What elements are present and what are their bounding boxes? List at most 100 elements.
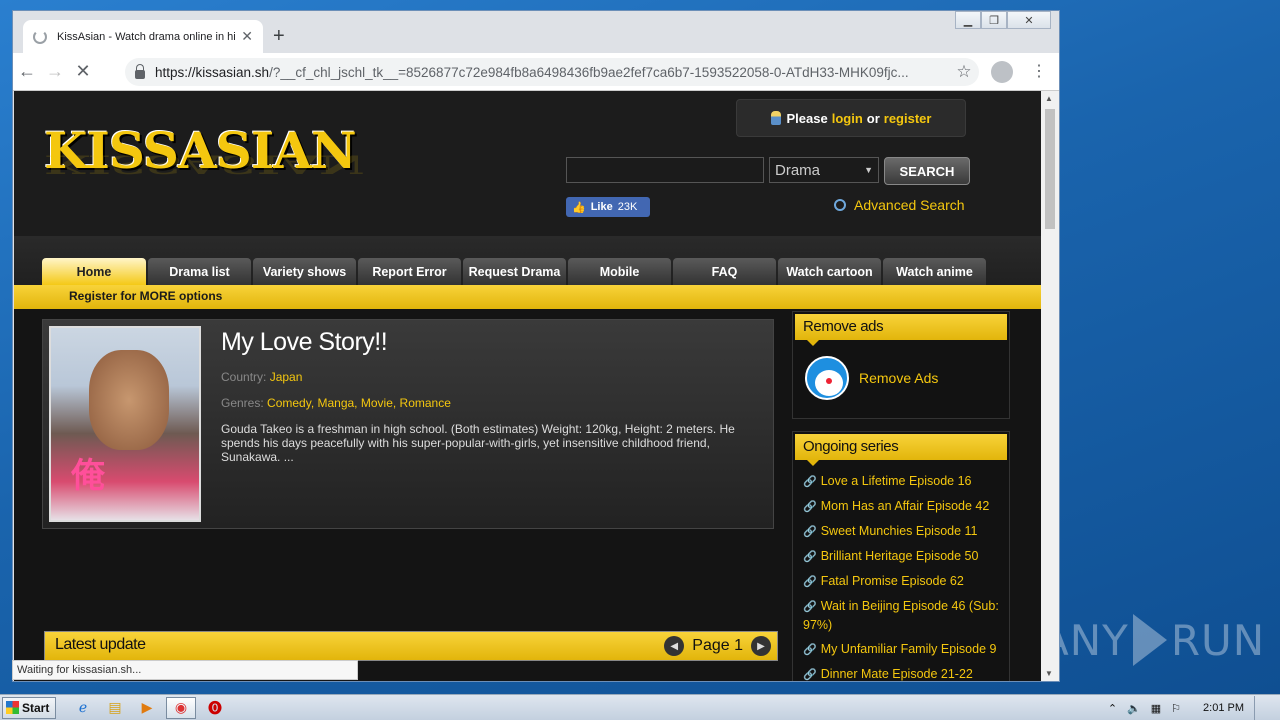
play-icon <box>1132 614 1167 666</box>
address-bar[interactable]: https://kissasian.sh/?__cf_chl_jschl_tk_… <box>125 58 979 86</box>
nav-home[interactable]: Home <box>42 258 146 286</box>
advanced-search-link[interactable]: Advanced Search <box>834 197 965 213</box>
genres-label: Genres: <box>221 396 264 410</box>
drama-title[interactable]: My Love Story!! <box>221 328 388 357</box>
page-viewport: KISSASIAN KISSASIAN Please login or regi… <box>14 91 1041 681</box>
search-input[interactable] <box>566 157 764 183</box>
file-explorer-icon[interactable]: ▤ <box>102 697 128 719</box>
next-page-icon[interactable]: ▶ <box>751 636 771 656</box>
start-label: Start <box>22 700 50 715</box>
tab-title: KissAsian - Watch drama online in high q… <box>57 30 236 43</box>
main-content: 俺 My Love Story!! Country: Japan Genres:… <box>14 309 1041 681</box>
scroll-thumb[interactable] <box>1045 109 1055 229</box>
ongoing-series-box: Ongoing series 🔗 Love a Lifetime Episode … <box>792 431 1010 681</box>
register-options-link[interactable]: Register for MORE options <box>69 289 222 303</box>
windows-flag-icon <box>6 701 19 714</box>
remove-ads-title: Remove ads <box>795 314 1007 346</box>
country-label: Country: <box>221 370 267 384</box>
search-type-select[interactable]: Drama ▼ <box>769 157 879 183</box>
facebook-like-button[interactable]: 👍 Like 23K <box>566 197 650 217</box>
fb-like-count: 23K <box>617 201 638 213</box>
scroll-down-icon[interactable]: ▼ <box>1045 669 1053 678</box>
forward-arrow-icon[interactable]: → <box>41 61 69 82</box>
register-link[interactable]: register <box>884 111 932 126</box>
search-button[interactable]: SEARCH <box>884 157 970 185</box>
login-link[interactable]: login <box>832 111 863 126</box>
thumbs-up-icon: 👍 <box>572 201 586 214</box>
nav-faq[interactable]: FAQ <box>673 258 776 285</box>
paperclip-icon: 🔗 <box>803 501 817 513</box>
featured-drama: 俺 My Love Story!! Country: Japan Genres:… <box>42 319 774 529</box>
clock[interactable]: 2:01 PM <box>1203 702 1244 714</box>
scroll-up-icon[interactable]: ▲ <box>1045 94 1053 103</box>
url-path: /?__cf_chl_jschl_tk__=8526877c72e984fb8a… <box>269 64 909 80</box>
status-bubble: Waiting for kissasian.sh... <box>12 660 358 680</box>
list-item[interactable]: 🔗 My Unfamiliar Family Episode 9 <box>803 640 1001 659</box>
remove-ads-link[interactable]: Remove Ads <box>793 342 1009 408</box>
latest-update-label: Latest update <box>55 636 146 653</box>
paperclip-icon: 🔗 <box>803 644 817 656</box>
window-controls: ▁ ❐ ✕ <box>955 11 1051 29</box>
list-item[interactable]: 🔗 Dinner Mate Episode 21-22 <box>803 665 1001 681</box>
vertical-scrollbar[interactable]: ▲ ▼ <box>1041 91 1059 681</box>
profile-avatar[interactable] <box>991 61 1013 83</box>
show-desktop-button[interactable] <box>1254 696 1268 720</box>
login-or: or <box>866 110 880 126</box>
media-player-icon[interactable]: ▶ <box>134 697 160 719</box>
drama-summary: Gouda Takeo is a freshman in high school… <box>221 422 735 464</box>
close-tab-icon[interactable]: ✕ <box>241 28 253 45</box>
doraemon-icon <box>805 356 849 400</box>
poster-title: 俺 <box>71 456 105 496</box>
new-tab-button[interactable]: + <box>273 25 285 48</box>
loading-spinner-icon <box>33 29 47 44</box>
close-window-icon[interactable]: ✕ <box>1007 11 1051 29</box>
drama-poster[interactable]: 俺 <box>49 326 201 522</box>
list-item[interactable]: 🔗 Sweet Munchies Episode 11 <box>803 522 1001 541</box>
nav-drama-list[interactable]: Drama list <box>148 258 251 285</box>
paperclip-icon: 🔗 <box>803 576 817 588</box>
maximize-icon[interactable]: ❐ <box>981 11 1007 29</box>
pager: ◀ Page 1 ▶ <box>664 636 771 656</box>
remove-ads-box: Remove ads Remove Ads <box>792 311 1010 419</box>
chrome-icon[interactable]: ◉ <box>166 696 196 719</box>
watermark-right: RUN <box>1170 615 1266 665</box>
browser-toolbar: ← → ✕ https://kissasian.sh/?__cf_chl_jsc… <box>13 53 1059 91</box>
minimize-icon[interactable]: ▁ <box>955 11 981 29</box>
action-center-flag-icon[interactable]: ⚐ <box>1171 702 1181 715</box>
tab-strip: KissAsian - Watch drama online in high q… <box>13 11 1059 53</box>
paperclip-icon: 🔗 <box>803 601 817 613</box>
nav-variety-shows[interactable]: Variety shows <box>253 258 356 285</box>
browser-tab[interactable]: KissAsian - Watch drama online in high q… <box>23 20 263 53</box>
opera-icon[interactable]: ⓿ <box>202 697 228 719</box>
taskbar: Start ℯ ▤ ▶ ◉ ⓿ ⌃ 🔈 ▦ ⚐ 2:01 PM <box>0 694 1280 720</box>
start-button[interactable]: Start <box>2 696 56 719</box>
paperclip-icon: 🔗 <box>803 526 817 538</box>
nav-watch-anime[interactable]: Watch anime <box>883 258 986 285</box>
volume-icon[interactable]: 🔈 <box>1127 702 1141 715</box>
nav-report-error[interactable]: Report Error <box>358 258 461 285</box>
list-item[interactable]: 🔗 Fatal Promise Episode 62 <box>803 572 1001 591</box>
back-arrow-icon[interactable]: ← <box>13 61 41 82</box>
network-icon[interactable]: ▦ <box>1151 702 1161 715</box>
list-item[interactable]: 🔗 Love a Lifetime Episode 16 <box>803 472 1001 491</box>
nav-request-drama[interactable]: Request Drama <box>463 258 566 285</box>
tray-expand-icon[interactable]: ⌃ <box>1108 702 1117 715</box>
url-text: https://kissasian.sh/?__cf_chl_jschl_tk_… <box>155 65 949 80</box>
kebab-menu-icon[interactable]: ⋮ <box>1031 61 1047 81</box>
list-item[interactable]: 🔗 Brilliant Heritage Episode 50 <box>803 547 1001 566</box>
bookmark-star-icon[interactable]: ☆ <box>949 62 979 82</box>
nav-watch-cartoon[interactable]: Watch cartoon <box>778 258 881 285</box>
drama-genres: Genres: Comedy, Manga, Movie, Romance <box>221 396 451 410</box>
poster-face <box>89 350 169 450</box>
genres-value[interactable]: Comedy, Manga, Movie, Romance <box>267 396 451 410</box>
prev-page-icon[interactable]: ◀ <box>664 636 685 656</box>
list-item[interactable]: 🔗 Wait in Beijing Episode 46 (Sub: 97%) <box>803 597 1001 634</box>
list-item[interactable]: 🔗 Mom Has an Affair Episode 42 <box>803 497 1001 516</box>
latest-update-bar: Latest update ◀ Page 1 ▶ <box>44 631 778 661</box>
dropdown-arrow-icon: ▼ <box>864 165 873 175</box>
anyrun-watermark: ANY RUN <box>1040 608 1264 672</box>
internet-explorer-icon[interactable]: ℯ <box>70 697 96 719</box>
stop-loading-icon[interactable]: ✕ <box>69 61 97 82</box>
country-value[interactable]: Japan <box>270 370 303 384</box>
nav-mobile[interactable]: Mobile <box>568 258 671 285</box>
